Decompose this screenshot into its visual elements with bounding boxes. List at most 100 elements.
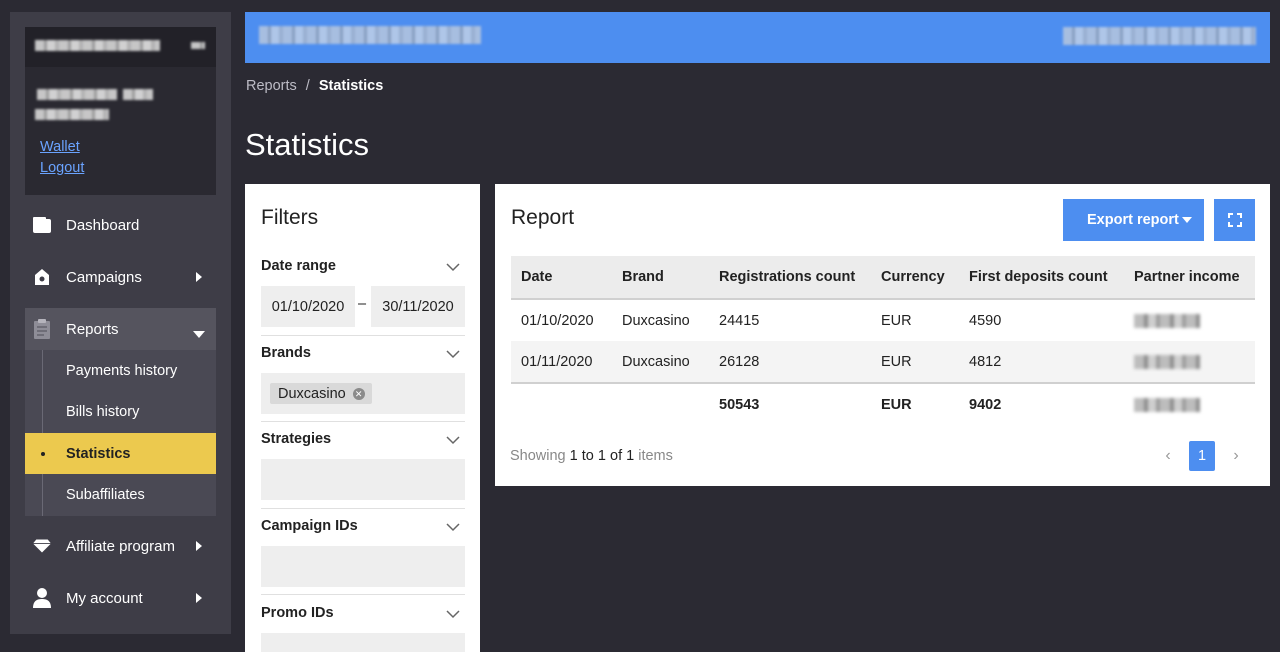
diamond-icon	[33, 537, 51, 555]
table-row: 01/11/2020 Duxcasino 26128 EUR 4812	[511, 341, 1255, 384]
chevron-down-icon[interactable]	[446, 522, 460, 532]
total-partner-income	[1124, 383, 1255, 425]
filters-title: Filters	[261, 206, 319, 229]
divider	[261, 508, 465, 509]
sidebar: Wallet Logout Dashboard Campaigns Report…	[10, 12, 231, 634]
blurred-value	[1134, 313, 1200, 328]
cell-first-deposits: 4812	[959, 341, 1124, 384]
date-to-input[interactable]: 30/11/2020	[371, 286, 465, 327]
brand-chip: Duxcasino ✕	[270, 383, 372, 404]
chevron-left-icon[interactable]: ‹	[1155, 441, 1181, 471]
showing-suffix: items	[638, 448, 673, 464]
breadcrumb: Reports / Statistics	[246, 78, 383, 94]
sidebar-item-campaigns[interactable]: Campaigns	[25, 256, 216, 298]
logout-link[interactable]: Logout	[40, 160, 84, 176]
submenu-item-statistics[interactable]: Statistics	[25, 433, 216, 474]
chevron-down-icon[interactable]	[446, 609, 460, 619]
cell-brand: Duxcasino	[622, 312, 690, 329]
export-report-button[interactable]: Export report	[1063, 199, 1204, 241]
blurred-badge	[191, 42, 205, 49]
caret-right-icon	[196, 539, 202, 556]
chevron-down-icon[interactable]	[446, 349, 460, 359]
blurred-value	[1134, 354, 1200, 369]
column-header-first-deposits[interactable]: First deposits count	[959, 256, 1124, 300]
report-table: Date Brand Registrations count Currency …	[511, 256, 1255, 425]
breadcrumb-reports[interactable]: Reports	[246, 78, 297, 94]
cell-currency: EUR	[881, 312, 912, 329]
divider	[261, 421, 465, 422]
brands-label: Brands	[261, 345, 311, 361]
sidebar-item-my-account[interactable]: My account	[25, 577, 216, 619]
clipboard-icon	[33, 319, 51, 339]
fullscreen-icon	[1227, 213, 1242, 227]
cell-currency: EUR	[871, 341, 959, 384]
page-button[interactable]: 1	[1189, 441, 1215, 471]
column-header-date[interactable]: Date	[511, 256, 612, 300]
blurred-info	[37, 89, 117, 100]
cell-empty	[612, 383, 709, 425]
showing-to-word: to	[581, 448, 594, 464]
promo-ids-select[interactable]	[261, 633, 465, 652]
cell-date: 01/10/2020	[521, 312, 594, 329]
user-icon	[33, 588, 51, 608]
store-icon	[33, 268, 51, 286]
date-from-input[interactable]: 01/10/2020	[261, 286, 355, 327]
strategies-select[interactable]	[261, 459, 465, 500]
close-icon[interactable]: ✕	[352, 388, 365, 400]
blurred-info	[123, 89, 153, 100]
column-header-currency[interactable]: Currency	[871, 256, 959, 300]
sidebar-item-label: Campaigns	[66, 268, 142, 286]
column-header-partner-income[interactable]: Partner income	[1124, 256, 1255, 300]
showing-from: 1	[569, 448, 578, 464]
column-header-registrations[interactable]: Registrations count	[709, 256, 871, 300]
chevron-right-icon[interactable]: ›	[1223, 441, 1249, 471]
blurred-info	[35, 109, 109, 120]
sidebar-item-label: Dashboard	[66, 216, 140, 234]
blurred-banner-text	[259, 26, 481, 44]
totals-row: 50543 EUR 9402	[511, 383, 1255, 425]
blurred-username	[35, 40, 160, 51]
chevron-down-icon[interactable]	[446, 262, 460, 272]
brand-chip-label: Duxcasino	[278, 385, 346, 402]
top-banner	[245, 12, 1270, 63]
reports-submenu: Payments history Bills history Statistic…	[25, 350, 216, 516]
chevron-down-icon[interactable]	[446, 435, 460, 445]
filters-panel: Filters Date range 01/10/2020 – 30/11/20…	[245, 184, 480, 652]
wallet-link[interactable]: Wallet	[40, 139, 80, 155]
showing-prefix: Showing	[510, 448, 566, 464]
cell-partner-income	[1124, 299, 1255, 341]
sidebar-item-reports[interactable]: Reports	[25, 308, 216, 350]
submenu-item-payments-history[interactable]: Payments history	[25, 350, 216, 391]
blurred-banner-text	[1063, 27, 1256, 45]
wallet-icon	[33, 216, 51, 234]
divider	[261, 594, 465, 595]
caret-down-icon	[1182, 217, 1192, 223]
sidebar-item-label: Reports	[66, 320, 119, 338]
cell-date: 01/11/2020	[511, 341, 612, 384]
cell-registrations: 24415	[719, 312, 760, 329]
total-currency: EUR	[881, 396, 912, 413]
total-registrations: 50543	[719, 396, 760, 413]
sidebar-item-dashboard[interactable]: Dashboard	[25, 204, 216, 246]
page-title: Statistics	[245, 127, 370, 162]
total-first-deposits: 9402	[969, 396, 1002, 413]
cell-first-deposits: 4590	[969, 312, 1002, 329]
campaign-ids-select[interactable]	[261, 546, 465, 587]
submenu-item-subaffiliates[interactable]: Subaffiliates	[25, 474, 216, 515]
cell-partner-income	[1124, 341, 1255, 384]
campaign-ids-label: Campaign IDs	[261, 518, 358, 534]
profile-card: Wallet Logout	[25, 27, 216, 195]
submenu-item-bills-history[interactable]: Bills history	[25, 391, 216, 432]
caret-right-icon	[196, 591, 202, 608]
report-title: Report	[511, 206, 575, 229]
sidebar-item-label: Affiliate program	[66, 537, 175, 555]
showing-to: 1	[597, 448, 606, 464]
sidebar-item-affiliate-program[interactable]: Affiliate program	[25, 525, 216, 567]
column-header-brand[interactable]: Brand	[612, 256, 709, 300]
table-header-row: Date Brand Registrations count Currency …	[511, 256, 1255, 300]
fullscreen-button[interactable]	[1214, 199, 1255, 241]
caret-down-icon	[193, 325, 205, 342]
export-report-label: Export report	[1087, 212, 1179, 228]
breadcrumb-separator: /	[305, 78, 310, 94]
showing-total: 1	[626, 448, 635, 464]
